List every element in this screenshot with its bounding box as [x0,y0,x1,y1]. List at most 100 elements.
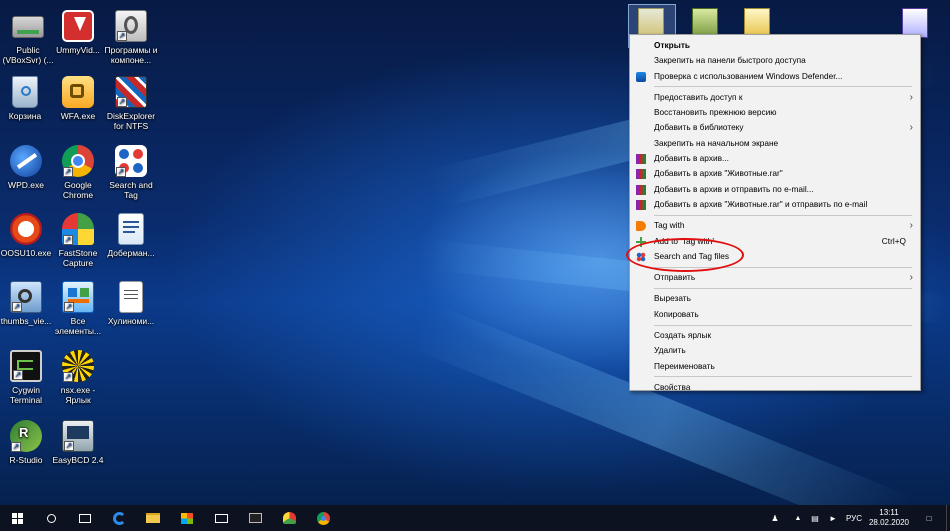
notification-icon[interactable]: □ [922,505,936,531]
icon-label: UmmyVid... [56,45,100,55]
winrar-icon [636,184,646,195]
icon-label: nsx.exe - Ярлык [60,385,96,405]
menu-item[interactable]: Удалить [630,343,920,358]
icon-label: DiskExplorer for NTFS [106,111,156,131]
chevron-right-icon: › [909,91,913,103]
taskbar-store[interactable] [170,505,204,531]
icon-label: Cygwin Terminal [9,385,43,405]
menu-item[interactable]: Создать ярлык [630,328,920,343]
menu-item[interactable]: Отправить › [630,270,920,285]
desktop-icon-cygwin[interactable]: ↗ Cygwin Terminal [0,350,53,405]
menu-item-label: Добавить в архив и отправить по e-mail..… [654,183,814,194]
menu-item[interactable]: Свойства [630,380,920,395]
menu-separator [654,86,912,88]
taskbar-terminal[interactable] [238,505,272,531]
taskbar-edge[interactable] [102,505,136,531]
desktop-icon-faststone[interactable]: ↗ FastStone Capture [51,213,105,268]
menu-item-label: Добавить в архив "Животные.rar" [654,168,783,179]
edge-icon [112,511,126,525]
taskbar-faststone[interactable] [272,505,306,531]
menu-item-shortcut: Ctrl+Q [881,235,906,246]
chevron-right-icon: › [909,272,913,284]
menu-item-label: Переименовать [654,360,715,371]
people-icon[interactable]: ♟ [768,505,782,531]
search-button[interactable] [34,505,68,531]
icon-label: Доберман... [107,248,155,258]
menu-item[interactable]: Добавить в архив... [630,151,920,166]
taskbar: ♟ ▲ ▤ ► РУС 13:11 28.02.2020 □ [0,505,950,531]
desktop-icon-oosu[interactable]: OOSU10.exe [0,213,53,258]
clock[interactable]: 13:11 28.02.2020 [866,505,912,531]
menu-item-label: Закрепить на панели быстрого доступа [654,55,806,66]
taskbar-explorer[interactable] [136,505,170,531]
search-and-tag-icon: ↗ [115,145,147,177]
menu-item-label: Добавить в библиотеку [654,122,744,133]
menu-item[interactable]: Переименовать [630,359,920,374]
icon-label: Корзина [8,111,42,121]
desktop-icon-r-studio[interactable]: R ↗ R-Studio [0,420,53,465]
menu-item-label: Добавить в архив "Животные.rar" и отправ… [654,198,868,209]
menu-item[interactable]: Добавить в библиотеку › [630,120,920,135]
chevron-up-icon[interactable]: ▲ [792,505,804,531]
faststone-icon [282,512,296,524]
show-desktop-button[interactable] [946,505,950,531]
desktop-icon-programs[interactable]: ↗ Программы и компоне... [104,10,158,65]
wpd-icon [10,145,42,177]
desktop-icon-easybcd[interactable]: ↗ EasyBCD 2.4 [51,420,105,465]
desktop-icon-nsx[interactable]: ↗ nsx.exe - Ярлык [51,350,105,405]
thumbs-viewer-icon: ↗ [10,281,42,313]
menu-item[interactable]: Предоставить доступ к › [630,90,920,105]
desktop-icon-hulinomi[interactable]: Хулиноми... [104,281,158,326]
windows-icon [11,512,23,524]
store-icon [181,512,193,524]
programs-features-icon: ↗ [115,10,147,42]
clock-date: 28.02.2020 [868,518,910,527]
menu-item-label: Вырезать [654,293,691,304]
search-icon [46,513,56,523]
icon-label: Все элементы... [54,316,102,336]
menu-item-label: Открыть [654,40,690,50]
desktop-icon-recycle-bin[interactable]: Корзина [0,76,52,121]
menu-item[interactable]: Добавить в архив "Животные.rar" [630,166,920,181]
desktop-icon-public[interactable]: Public (VBoxSvr) (... [1,10,55,65]
clock-time: 13:11 [879,508,899,517]
network-drive-icon [12,16,44,38]
desktop-icon-disk-explorer[interactable]: ↗ DiskExplorer for NTFS [104,76,158,131]
winrar-icon [636,154,646,165]
chrome-icon [316,511,330,525]
taskbar-chrome[interactable] [306,505,340,531]
menu-item[interactable]: Вырезать [630,291,920,306]
menu-separator [654,376,912,378]
desktop-icon-thumbs-viewer[interactable]: ↗ thumbs_vie... [0,281,53,326]
menu-item[interactable]: Открыть [630,38,920,53]
menu-item[interactable]: Копировать [630,307,920,322]
icon-label: Программы и компоне... [104,45,158,65]
menu-item-label: Свойства [654,381,691,392]
menu-item[interactable]: Закрепить на начальном экране [630,136,920,151]
menu-separator [654,287,912,289]
volume-icon[interactable]: ► [826,505,840,531]
menu-item[interactable]: Восстановить прежнюю версию [630,105,920,120]
nsx-icon: ↗ [62,350,94,382]
menu-item[interactable]: Добавить в архив и отправить по e-mail..… [630,182,920,197]
desktop-icon-wfa[interactable]: WFA.exe [51,76,105,121]
icon-label: Google Chrome [62,180,94,200]
desktop-icon-search-and-tag[interactable]: ↗ Search and Tag [104,145,158,200]
start-button[interactable] [0,505,34,531]
desktop-icon-doberman[interactable]: Доберман... [104,213,158,258]
desktop-icon-ummy[interactable]: UmmyVid... [51,10,105,55]
desktop-icon-chrome[interactable]: ↗ Google Chrome [51,145,105,200]
desktop-icon-wpd[interactable]: WPD.exe [0,145,53,190]
menu-item[interactable]: Tag with › [630,218,920,233]
taskbar-mail[interactable] [204,505,238,531]
menu-item[interactable]: Закрепить на панели быстрого доступа [630,53,920,68]
desktop-icon-control-panel[interactable]: ↗ Все элементы... [51,281,105,336]
context-menu: Открыть Закрепить на панели быстрого дост… [629,34,921,392]
language-indicator[interactable]: РУС [846,505,862,531]
network-icon[interactable]: ▤ [808,505,822,531]
menu-item[interactable]: Проверка с использованием Windows Defend… [630,69,920,84]
menu-item[interactable]: Добавить в архив "Животные.rar" и отправ… [630,197,920,212]
task-view-button[interactable] [68,505,102,531]
mail-icon [214,513,228,523]
menu-item-label: Отправить [654,272,696,283]
